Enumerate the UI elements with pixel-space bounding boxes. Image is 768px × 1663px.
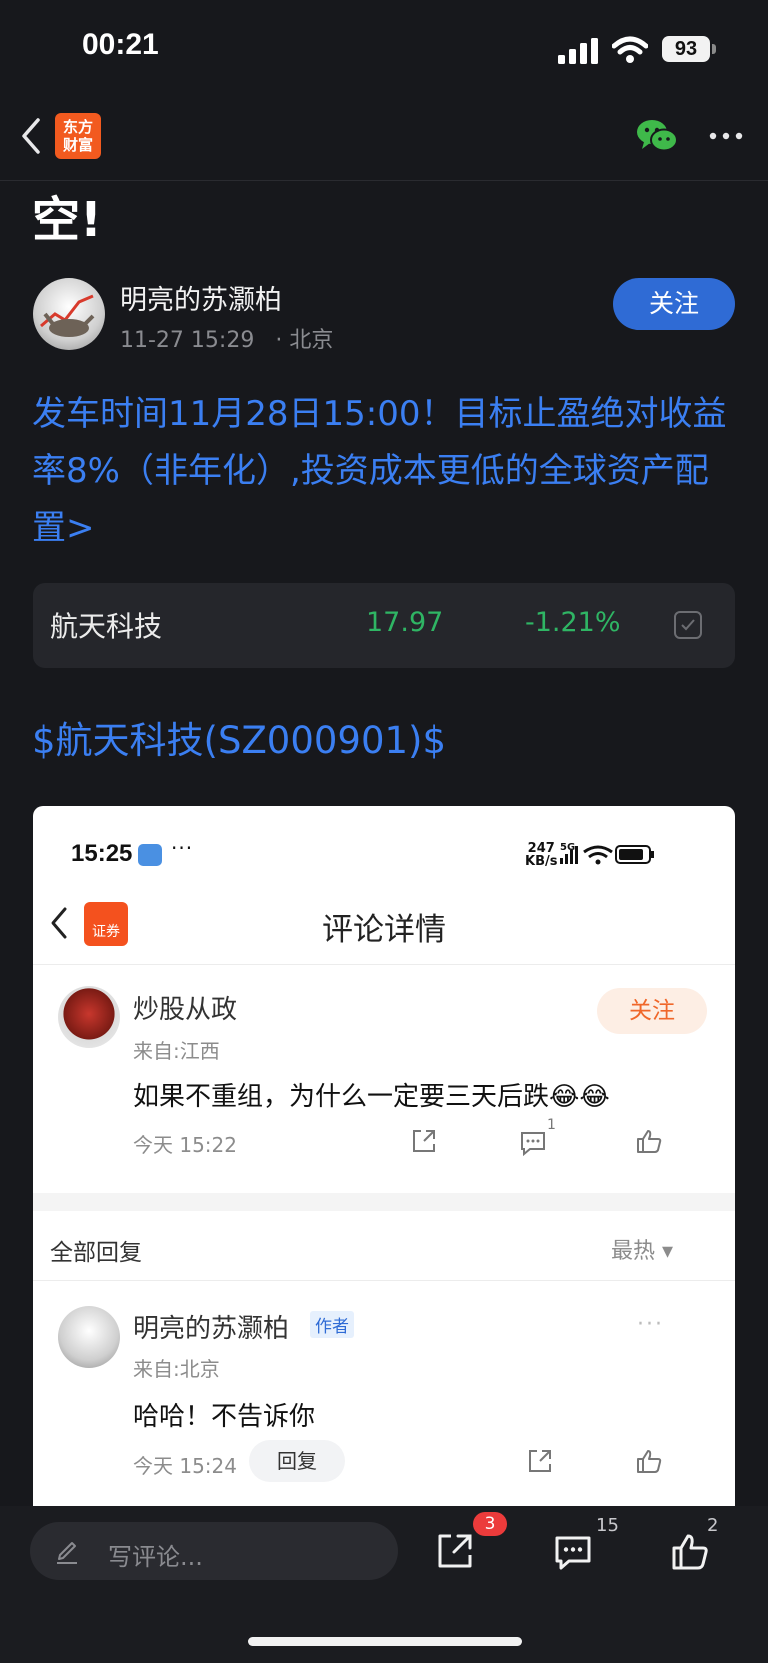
shot-like-icon [637,1130,662,1153]
shot-reply-like-icon [637,1450,662,1473]
signal-icon [558,38,598,64]
shot-divider [33,964,735,965]
shot-replier-avatar [58,1306,120,1368]
bull-avatar-icon [40,294,95,337]
author-avatar[interactable] [33,278,105,350]
wechat-icon[interactable] [636,118,678,154]
shot-share-icon [413,1130,435,1152]
author-name[interactable]: 明亮的苏灏柏 [120,278,282,317]
shot-reply-time: 今天 15:24 [133,1454,237,1478]
share-icon[interactable] [436,1532,474,1570]
wifi-icon [612,36,648,63]
shot-comment-time: 今天 15:22 [133,1133,237,1157]
shot-reply-more-icon: ··· [637,1312,664,1337]
comment-placeholder[interactable]: 写评论... [108,1537,203,1572]
stock-price: 17.97 [366,607,444,638]
stock-name: 航天科技 [50,610,163,643]
shot-reply-share-icon [529,1450,551,1472]
shot-comment-text: 如果不重组，为什么一定要三天后跌😂😂 [133,1082,610,1112]
shot-status-time: 15:25 [71,840,133,867]
post-datetime: 11-27 15:29 [120,328,255,353]
svg-text:5G: 5G [560,842,575,853]
shot-section-gap [33,1193,735,1211]
status-time: 00:21 [82,28,159,61]
post-meta: 11-27 15:29 · 北京 [120,322,333,354]
shot-replier-from: 来自:北京 [133,1357,220,1381]
shot-divider [33,1280,735,1281]
shot-commenter-name: 炒股从政 [133,995,238,1025]
comment-input[interactable] [30,1522,398,1580]
shot-reply-text: 哈哈！不告诉你 [133,1402,316,1432]
shot-follow-button: 关注 [597,988,707,1034]
shot-page-title: 评论详情 [322,912,446,948]
shot-all-replies-label: 全部回复 [50,1240,142,1266]
shot-sort-select: 最热 ▾ [611,1239,674,1264]
shot-comment-count: 1 [547,1117,556,1133]
post-title-tail: 空! [32,192,102,248]
battery-indicator: 93 [662,36,710,62]
shot-reply-button: 回复 [249,1440,345,1482]
stock-tag-link[interactable]: $航天科技(SZ000901)$ [32,710,446,764]
back-icon[interactable] [20,117,42,155]
shot-app-icon [138,844,162,866]
shot-replier-name: 明亮的苏灏柏 [133,1314,290,1344]
app-logo: 东方 财富 [55,113,101,159]
more-icon[interactable] [709,131,743,141]
edit-icon [57,1542,77,1564]
shot-commenter-avatar [58,986,120,1048]
embedded-screenshot: 15:25 ··· 247 KB/s 5G 证券 评论详情 炒股从政 来自:江西… [33,806,735,1506]
watchlist-checkbox-icon[interactable] [674,611,702,639]
comment-icon[interactable] [553,1534,593,1572]
home-indicator [248,1637,522,1646]
stock-change: -1.21% [525,607,621,638]
shot-commenter-from: 来自:江西 [133,1039,220,1063]
shot-author-badge: 作者 [310,1311,354,1338]
shot-comment-icon [521,1132,545,1156]
follow-button[interactable]: 关注 [613,278,735,330]
shot-status-icons: 5G [560,842,654,865]
shot-more-icon: ··· [171,836,194,860]
share-badge: 3 [473,1512,507,1536]
navbar-divider [0,180,768,181]
post-location: · 北京 [275,328,334,353]
shot-network-speed: 247 KB/s [525,841,558,869]
comment-count: 15 [596,1515,619,1536]
battery-tip [712,44,716,54]
promo-link[interactable]: 发车时间11月28日15:00！目标止盈绝对收益率8%（非年化）,投资成本更低的… [32,386,738,557]
like-count: 2 [707,1515,719,1536]
like-icon[interactable] [670,1532,710,1572]
